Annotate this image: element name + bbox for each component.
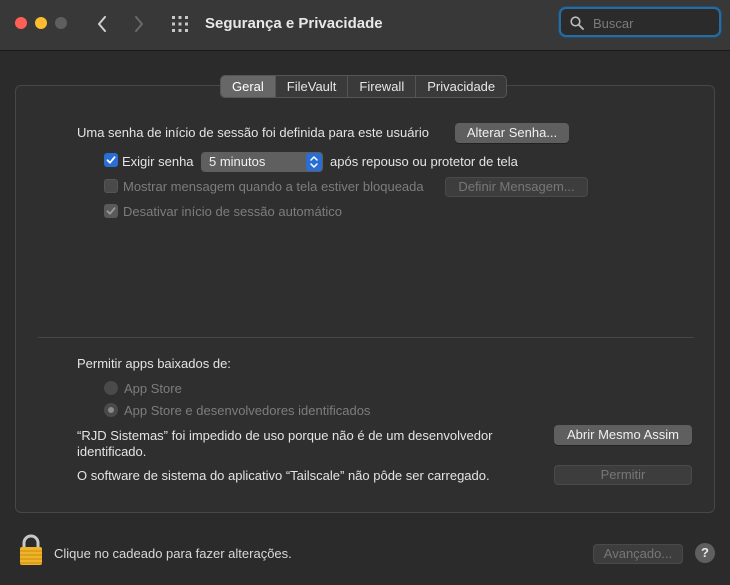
app-store-identified-radio[interactable]	[104, 403, 118, 417]
forward-button[interactable]	[129, 13, 149, 35]
require-delay-select[interactable]: 5 minutos	[201, 152, 323, 172]
app-store-label: App Store	[124, 381, 182, 396]
help-button[interactable]: ?	[695, 543, 715, 563]
after-sleep-text: após repouso ou protetor de tela	[330, 154, 518, 169]
disable-autologin-checkbox[interactable]	[104, 204, 118, 218]
show-all-grid-icon[interactable]	[171, 15, 189, 33]
minimize-window-button[interactable]	[35, 17, 47, 29]
require-password-checkbox[interactable]	[104, 153, 118, 167]
advanced-button[interactable]: Avançado...	[593, 544, 683, 564]
back-button[interactable]	[92, 13, 112, 35]
downloads-heading: Permitir apps baixados de:	[77, 356, 231, 371]
app-store-radio[interactable]	[104, 381, 118, 395]
title-bar: Segurança e Privacidade	[0, 0, 730, 51]
select-arrows-icon	[306, 153, 322, 171]
section-divider	[38, 337, 694, 338]
tab-filevault[interactable]: FileVault	[274, 76, 348, 97]
app-store-identified-label: App Store e desenvolvedores identificado…	[124, 403, 371, 418]
general-panel: Uma senha de início de sessão foi defini…	[15, 85, 715, 513]
password-set-text: Uma senha de início de sessão foi defini…	[77, 125, 429, 140]
chevron-right-icon	[135, 16, 143, 32]
require-delay-value: 5 minutos	[209, 154, 266, 169]
close-window-button[interactable]	[15, 17, 27, 29]
show-message-label: Mostrar mensagem quando a tela estiver b…	[123, 179, 424, 194]
change-password-button[interactable]: Alterar Senha...	[455, 123, 569, 143]
tab-privacidade[interactable]: Privacidade	[415, 76, 506, 97]
blocked-app-text-line2: identificado.	[77, 444, 147, 459]
software-blocked-text: O software de sistema do aplicativo “Tai…	[77, 468, 490, 483]
blocked-app-text-line1: “RJD Sistemas” foi impedido de uso porqu…	[77, 428, 493, 443]
open-anyway-button[interactable]: Abrir Mesmo Assim	[554, 425, 692, 445]
disable-autologin-label: Desativar início de sessão automático	[123, 204, 342, 219]
lock-hint-text: Clique no cadeado para fazer alterações.	[54, 546, 292, 561]
zoom-window-button[interactable]	[55, 17, 67, 29]
tab-geral[interactable]: Geral	[221, 76, 275, 97]
window-title: Segurança e Privacidade	[205, 15, 383, 32]
allow-button[interactable]: Permitir	[554, 465, 692, 485]
show-message-checkbox[interactable]	[104, 179, 118, 193]
require-password-label: Exigir senha	[122, 154, 194, 169]
search-field[interactable]	[559, 7, 721, 37]
tab-firewall[interactable]: Firewall	[347, 76, 415, 97]
checkmark-icon	[106, 207, 116, 215]
chevron-left-icon	[98, 16, 106, 32]
search-input[interactable]	[591, 13, 715, 33]
search-icon	[570, 16, 584, 30]
checkmark-icon	[106, 156, 116, 164]
lock-icon[interactable]	[18, 534, 44, 566]
tab-bar: Geral FileVault Firewall Privacidade	[220, 75, 508, 98]
set-message-button[interactable]: Definir Mensagem...	[445, 177, 588, 197]
